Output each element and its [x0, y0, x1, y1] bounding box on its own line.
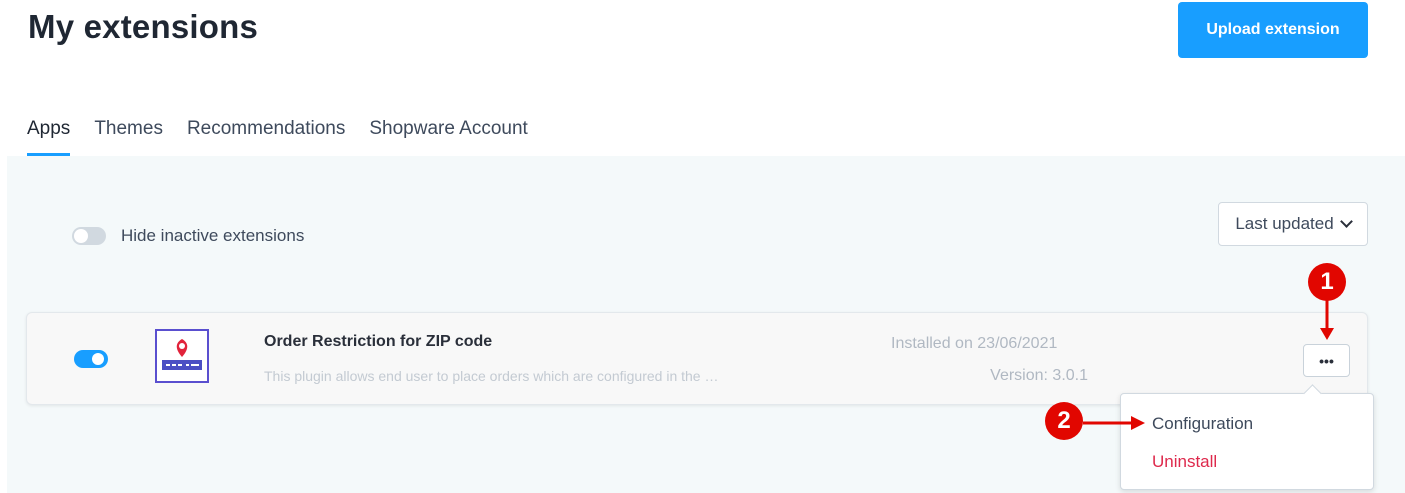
- arrow-right-icon: [1083, 416, 1145, 430]
- upload-extension-button[interactable]: Upload extension: [1178, 2, 1368, 58]
- extension-card: Order Restriction for ZIP code This plug…: [26, 312, 1368, 405]
- menu-item-configuration[interactable]: Configuration: [1152, 414, 1253, 434]
- toggle-knob: [92, 353, 104, 365]
- more-actions-button[interactable]: •••: [1303, 344, 1350, 377]
- menu-item-uninstall[interactable]: Uninstall: [1152, 452, 1217, 472]
- toggle-knob: [74, 229, 88, 243]
- extension-name: Order Restriction for ZIP code: [264, 333, 493, 350]
- annotation-marker-1: 1: [1308, 263, 1346, 301]
- installed-date: Installed on 23/06/2021: [891, 335, 1058, 352]
- arrow-down-icon: [1320, 300, 1334, 340]
- hide-inactive-label: Hide inactive extensions: [121, 226, 305, 245]
- extension-description: This plugin allows end user to place ord…: [264, 368, 719, 384]
- extension-active-toggle[interactable]: [74, 350, 108, 368]
- extension-icon: [155, 329, 209, 383]
- tab-apps[interactable]: Apps: [27, 116, 71, 158]
- sort-select-label: Last updated: [1235, 214, 1334, 233]
- hide-inactive-toggle[interactable]: [72, 227, 106, 245]
- extension-version: Version: 3.0.1: [990, 367, 1088, 384]
- tab-shopware-account[interactable]: Shopware Account: [369, 116, 527, 158]
- tab-themes[interactable]: Themes: [94, 116, 163, 158]
- tab-bar: Apps Themes Recommendations Shopware Acc…: [27, 116, 552, 158]
- extension-context-menu: Configuration Uninstall: [1120, 393, 1374, 490]
- page-title: My extensions: [28, 8, 259, 45]
- ellipsis-icon: •••: [1319, 352, 1334, 369]
- map-pin-icon: [162, 339, 202, 370]
- chevron-down-icon: [1339, 215, 1353, 228]
- annotation-marker-2: 2: [1045, 402, 1083, 440]
- sort-select[interactable]: Last updated: [1218, 202, 1368, 246]
- tab-recommendations[interactable]: Recommendations: [187, 116, 345, 158]
